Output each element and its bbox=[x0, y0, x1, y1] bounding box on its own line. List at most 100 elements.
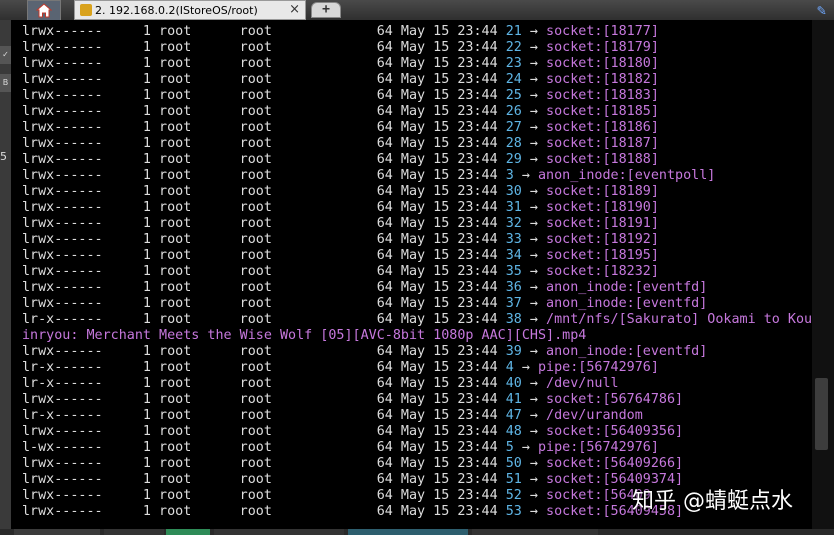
file-info: lrwx------ 1 root root 64 May 15 23:44 bbox=[22, 248, 506, 263]
link-target: pipe:[56742976] bbox=[537, 440, 659, 455]
fd-number: 52 bbox=[505, 488, 522, 503]
file-info: lrwx------ 1 root root 64 May 15 23:44 bbox=[22, 232, 506, 247]
tab-session-label: 2. 192.168.0.2(IStoreOS/root) bbox=[95, 4, 258, 17]
file-info: lrwx------ 1 root root 64 May 15 23:44 bbox=[22, 120, 506, 135]
fd-number: 30 bbox=[505, 184, 522, 199]
file-info: lr-x------ 1 root root 64 May 15 23:44 bbox=[22, 360, 506, 375]
link-target: /dev/urandom bbox=[546, 408, 643, 423]
link-target: socket:[18186] bbox=[546, 120, 659, 135]
session-icon bbox=[80, 4, 92, 16]
taskbar bbox=[0, 529, 834, 535]
arrow: → bbox=[521, 248, 547, 263]
home-tab[interactable] bbox=[27, 0, 61, 20]
fd-number: 21 bbox=[505, 24, 522, 39]
terminal-line: lrwx------ 1 root root 64 May 15 23:44 3… bbox=[22, 168, 828, 184]
tab-bar: 2. 192.168.0.2(IStoreOS/root) × + ✎ bbox=[0, 0, 834, 20]
file-info: lrwx------ 1 root root 64 May 15 23:44 bbox=[22, 184, 506, 199]
fd-number: 51 bbox=[505, 472, 522, 487]
watermark: 知乎 @蜻蜓点水 bbox=[632, 489, 793, 514]
terminal-line: lrwx------ 1 root root 64 May 15 23:44 2… bbox=[22, 56, 828, 72]
link-target: /mnt/nfs/[Sakurato] Ookami to Koush bbox=[546, 312, 829, 327]
arrow: → bbox=[521, 216, 547, 231]
terminal-line: lrwx------ 1 root root 64 May 15 23:44 2… bbox=[22, 104, 828, 120]
file-info: lrwx------ 1 root root 64 May 15 23:44 bbox=[22, 200, 506, 215]
arrow: → bbox=[521, 200, 547, 215]
file-info: lrwx------ 1 root root 64 May 15 23:44 bbox=[22, 152, 506, 167]
side-button-b[interactable]: B bbox=[0, 74, 11, 92]
link-target: socket:[18179] bbox=[546, 40, 659, 55]
fd-number: 5 bbox=[505, 440, 514, 455]
link-target: anon_inode:[eventfd] bbox=[546, 296, 708, 311]
fd-number: 29 bbox=[505, 152, 522, 167]
fd-number: 33 bbox=[505, 232, 522, 247]
fd-number: 24 bbox=[505, 72, 522, 87]
fd-number: 41 bbox=[505, 392, 522, 407]
fd-number: 4 bbox=[505, 360, 514, 375]
new-tab-button[interactable]: + bbox=[311, 2, 341, 18]
terminal-line: lrwx------ 1 root root 64 May 15 23:44 4… bbox=[22, 424, 828, 440]
file-info: lrwx------ 1 root root 64 May 15 23:44 bbox=[22, 24, 506, 39]
file-info: lrwx------ 1 root root 64 May 15 23:44 bbox=[22, 168, 506, 183]
arrow: → bbox=[521, 296, 547, 311]
fd-number: 25 bbox=[505, 88, 522, 103]
link-target: pipe:[56742976] bbox=[537, 360, 659, 375]
link-target: socket:[18191] bbox=[546, 216, 659, 231]
arrow: → bbox=[521, 376, 547, 391]
paperclip-icon[interactable]: ✎ bbox=[817, 1, 826, 19]
fd-number: 50 bbox=[505, 456, 522, 471]
link-target: socket:[18185] bbox=[546, 104, 659, 119]
fd-number: 40 bbox=[505, 376, 522, 391]
wrapped-path: inryou: Merchant Meets the Wise Wolf [05… bbox=[22, 328, 587, 343]
arrow: → bbox=[513, 360, 538, 375]
tab-session[interactable]: 2. 192.168.0.2(IStoreOS/root) × bbox=[74, 0, 306, 20]
link-target: socket:[18232] bbox=[546, 264, 659, 279]
arrow: → bbox=[521, 56, 547, 71]
terminal-line: lrwx------ 1 root root 64 May 15 23:44 2… bbox=[22, 88, 828, 104]
terminal-line: lrwx------ 1 root root 64 May 15 23:44 3… bbox=[22, 280, 828, 296]
terminal-output[interactable]: lrwx------ 1 root root 64 May 15 23:44 2… bbox=[22, 24, 828, 520]
fd-number: 53 bbox=[505, 504, 522, 519]
file-info: lrwx------ 1 root root 64 May 15 23:44 bbox=[22, 488, 506, 503]
arrow: → bbox=[521, 344, 547, 359]
file-info: lrwx------ 1 root root 64 May 15 23:44 bbox=[22, 296, 506, 311]
link-target: socket:[18195] bbox=[546, 248, 659, 263]
terminal-line: lrwx------ 1 root root 64 May 15 23:44 3… bbox=[22, 184, 828, 200]
terminal-line: lrwx------ 1 root root 64 May 15 23:44 2… bbox=[22, 24, 828, 40]
arrow: → bbox=[521, 392, 547, 407]
terminal-line: inryou: Merchant Meets the Wise Wolf [05… bbox=[22, 328, 828, 344]
arrow: → bbox=[521, 264, 547, 279]
vertical-scrollbar[interactable] bbox=[812, 20, 834, 530]
file-info: lrwx------ 1 root root 64 May 15 23:44 bbox=[22, 344, 506, 359]
file-info: lrwx------ 1 root root 64 May 15 23:44 bbox=[22, 56, 506, 71]
fd-number: 27 bbox=[505, 120, 522, 135]
scrollbar-thumb[interactable] bbox=[815, 378, 828, 450]
fd-number: 28 bbox=[505, 136, 522, 151]
terminal-line: lrwx------ 1 root root 64 May 15 23:44 3… bbox=[22, 264, 828, 280]
arrow: → bbox=[521, 312, 547, 327]
fd-number: 34 bbox=[505, 248, 522, 263]
fd-number: 31 bbox=[505, 200, 522, 215]
terminal-line: lrwx------ 1 root root 64 May 15 23:44 2… bbox=[22, 40, 828, 56]
link-target: /dev/null bbox=[546, 376, 619, 391]
arrow: → bbox=[521, 104, 547, 119]
link-target: socket:[18189] bbox=[546, 184, 659, 199]
arrow: → bbox=[521, 88, 547, 103]
link-target: socket:[18182] bbox=[546, 72, 659, 87]
arrow: → bbox=[521, 40, 547, 55]
file-info: lrwx------ 1 root root 64 May 15 23:44 bbox=[22, 136, 506, 151]
close-icon[interactable]: × bbox=[289, 2, 300, 17]
arrow: → bbox=[521, 472, 547, 487]
fd-number: 35 bbox=[505, 264, 522, 279]
fd-number: 32 bbox=[505, 216, 522, 231]
fd-number: 3 bbox=[505, 168, 514, 183]
arrow: → bbox=[521, 504, 547, 519]
link-target: socket:[56409266] bbox=[546, 456, 684, 471]
link-target: anon_inode:[eventfd] bbox=[546, 344, 708, 359]
terminal-line: lrwx------ 1 root root 64 May 15 23:44 3… bbox=[22, 344, 828, 360]
file-info: lrwx------ 1 root root 64 May 15 23:44 bbox=[22, 472, 506, 487]
arrow: → bbox=[521, 232, 547, 247]
terminal-line: l-wx------ 1 root root 64 May 15 23:44 5… bbox=[22, 440, 828, 456]
arrow: → bbox=[521, 408, 547, 423]
terminal-line: lrwx------ 1 root root 64 May 15 23:44 4… bbox=[22, 392, 828, 408]
side-button-a[interactable]: ✓ bbox=[0, 46, 11, 64]
